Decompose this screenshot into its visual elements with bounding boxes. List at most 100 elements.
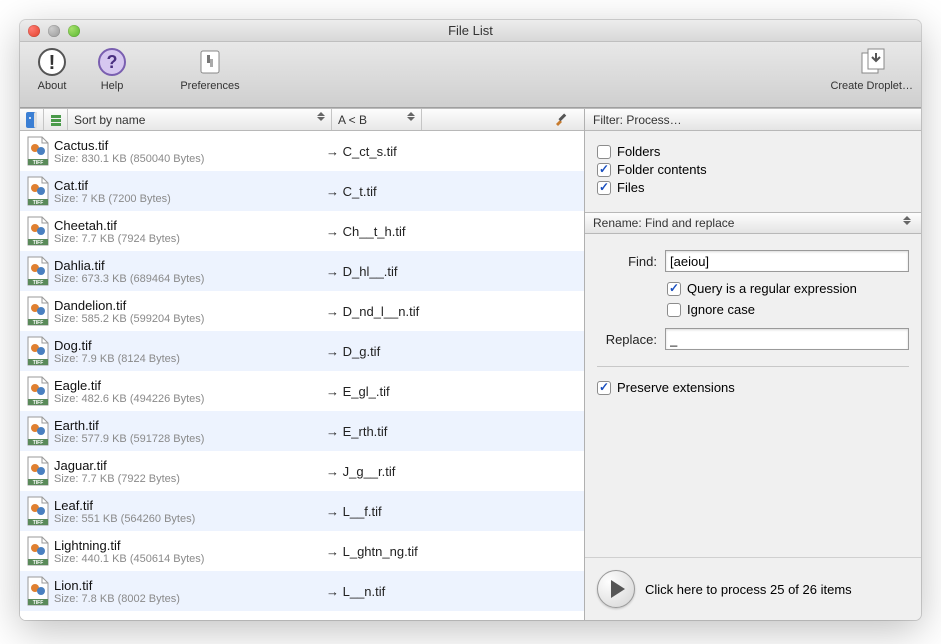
process-text: Click here to process 25 of 26 items xyxy=(645,582,852,597)
table-row[interactable]: TIFF Dog.tif Size: 7.9 KB (8124 Bytes) →… xyxy=(20,331,584,371)
file-tiff-icon: TIFF xyxy=(20,251,52,291)
file-tiff-icon: TIFF xyxy=(20,171,52,211)
table-row[interactable]: TIFF Dandelion.tif Size: 585.2 KB (59920… xyxy=(20,291,584,331)
file-new-name: → E_rth.tif xyxy=(326,411,584,451)
replace-input[interactable] xyxy=(665,328,909,350)
svg-text:TIFF: TIFF xyxy=(33,280,44,286)
table-row[interactable]: TIFF Lightning.tif Size: 440.1 KB (45061… xyxy=(20,531,584,571)
file-new-name: → C_ct_s.tif xyxy=(326,131,584,171)
file-tiff-icon: TIFF xyxy=(20,411,52,451)
file-name: Eagle.tif xyxy=(54,378,326,393)
file-tiff-icon: TIFF xyxy=(20,451,52,491)
header-finder-icon[interactable] xyxy=(20,109,44,130)
find-input[interactable] xyxy=(665,250,909,272)
file-tiff-icon: TIFF xyxy=(20,371,52,411)
minimize-icon[interactable] xyxy=(48,25,60,37)
brush-icon[interactable] xyxy=(554,112,568,126)
file-name: Cheetah.tif xyxy=(54,218,326,233)
file-name: Dandelion.tif xyxy=(54,298,326,313)
file-tiff-icon: TIFF xyxy=(20,331,52,371)
file-size: Size: 7 KB (7200 Bytes) xyxy=(54,193,326,205)
table-row[interactable]: TIFF Cat.tif Size: 7 KB (7200 Bytes) → C… xyxy=(20,171,584,211)
file-new-name: → E_gl_.tif xyxy=(326,371,584,411)
order-dropdown[interactable]: A < B xyxy=(332,109,422,130)
file-size: Size: 7.9 KB (8124 Bytes) xyxy=(54,353,326,365)
order-label: A < B xyxy=(338,113,367,127)
window-title: File List xyxy=(20,23,921,38)
rename-header-label: Rename: Find and replace xyxy=(593,216,734,230)
table-row[interactable]: TIFF Earth.tif Size: 577.9 KB (591728 By… xyxy=(20,411,584,451)
file-size: Size: 7.8 KB (8002 Bytes) xyxy=(54,593,326,605)
file-size: Size: 551 KB (564260 Bytes) xyxy=(54,513,326,525)
folders-checkbox[interactable] xyxy=(597,145,611,159)
file-name: Lightning.tif xyxy=(54,538,326,553)
file-new-name: → D_nd_l__n.tif xyxy=(326,291,584,331)
ignore-case-checkbox[interactable] xyxy=(667,303,681,317)
table-row[interactable]: TIFF Leaf.tif Size: 551 KB (564260 Bytes… xyxy=(20,491,584,531)
svg-text:TIFF: TIFF xyxy=(33,480,44,486)
file-name: Dahlia.tif xyxy=(54,258,326,273)
filter-body: Folders Folder contents Files xyxy=(585,131,921,212)
regex-checkbox[interactable] xyxy=(667,282,681,296)
process-button[interactable] xyxy=(597,570,635,608)
rename-body: Find: Query is a regular expression Igno… xyxy=(585,234,921,557)
file-new-name: → D_g.tif xyxy=(326,331,584,371)
create-droplet-button[interactable]: Create Droplet… xyxy=(830,46,913,92)
file-list[interactable]: TIFF Cactus.tif Size: 830.1 KB (850040 B… xyxy=(20,131,584,620)
filter-header-label: Filter: Process… xyxy=(593,113,682,127)
file-tiff-icon: TIFF xyxy=(20,131,52,171)
folder-contents-checkbox[interactable] xyxy=(597,163,611,177)
help-label: Help xyxy=(101,80,124,92)
find-label: Find: xyxy=(597,254,657,269)
ignore-case-label: Ignore case xyxy=(687,302,755,317)
files-label: Files xyxy=(617,180,644,195)
zoom-icon[interactable] xyxy=(68,25,80,37)
file-size: Size: 673.3 KB (689464 Bytes) xyxy=(54,273,326,285)
file-new-name: → L_ghtn_ng.tif xyxy=(326,531,584,571)
table-row[interactable]: TIFF Eagle.tif Size: 482.6 KB (494226 By… xyxy=(20,371,584,411)
folder-contents-label: Folder contents xyxy=(617,162,707,177)
svg-text:TIFF: TIFF xyxy=(33,440,44,446)
file-size: Size: 7.7 KB (7922 Bytes) xyxy=(54,473,326,485)
svg-text:TIFF: TIFF xyxy=(33,160,44,166)
svg-text:?: ? xyxy=(107,52,118,72)
svg-text:TIFF: TIFF xyxy=(33,360,44,366)
about-icon: ! xyxy=(36,46,68,78)
svg-text:TIFF: TIFF xyxy=(33,320,44,326)
table-row[interactable]: TIFF Cheetah.tif Size: 7.7 KB (7924 Byte… xyxy=(20,211,584,251)
filter-header[interactable]: Filter: Process… xyxy=(585,109,921,131)
file-new-name: → L__n.tif xyxy=(326,571,584,611)
header-view-icon[interactable] xyxy=(44,109,68,130)
file-size: Size: 585.2 KB (599204 Bytes) xyxy=(54,313,326,325)
sort-dropdown[interactable]: Sort by name xyxy=(68,109,332,130)
table-row[interactable]: TIFF Lion.tif Size: 7.8 KB (8002 Bytes) … xyxy=(20,571,584,611)
window: File List ! About ? Help Preferences xyxy=(20,20,921,620)
rename-header[interactable]: Rename: Find and replace xyxy=(585,212,921,234)
svg-text:TIFF: TIFF xyxy=(33,520,44,526)
column-header: Sort by name A < B xyxy=(20,109,584,131)
file-tiff-icon: TIFF xyxy=(20,291,52,331)
file-size: Size: 482.6 KB (494226 Bytes) xyxy=(54,393,326,405)
table-row[interactable]: TIFF Dahlia.tif Size: 673.3 KB (689464 B… xyxy=(20,251,584,291)
table-row[interactable]: TIFF Jaguar.tif Size: 7.7 KB (7922 Bytes… xyxy=(20,451,584,491)
about-button[interactable]: ! About xyxy=(28,46,76,92)
file-name: Earth.tif xyxy=(54,418,326,433)
titlebar: File List xyxy=(20,20,921,42)
preferences-icon xyxy=(194,46,226,78)
preserve-ext-checkbox[interactable] xyxy=(597,381,611,395)
svg-text:TIFF: TIFF xyxy=(33,400,44,406)
file-name: Jaguar.tif xyxy=(54,458,326,473)
table-row[interactable]: TIFF Cactus.tif Size: 830.1 KB (850040 B… xyxy=(20,131,584,171)
content: Sort by name A < B TIFF Cactus.tif S xyxy=(20,108,921,620)
sort-label: Sort by name xyxy=(74,113,145,127)
preferences-button[interactable]: Preferences xyxy=(170,46,250,92)
svg-text:TIFF: TIFF xyxy=(33,240,44,246)
file-new-name: → Ch__t_h.tif xyxy=(326,211,584,251)
help-button[interactable]: ? Help xyxy=(88,46,136,92)
close-icon[interactable] xyxy=(28,25,40,37)
file-new-name: → L__f.tif xyxy=(326,491,584,531)
files-checkbox[interactable] xyxy=(597,181,611,195)
file-size: Size: 577.9 KB (591728 Bytes) xyxy=(54,433,326,445)
file-tiff-icon: TIFF xyxy=(20,531,52,571)
droplet-label: Create Droplet… xyxy=(830,80,913,92)
